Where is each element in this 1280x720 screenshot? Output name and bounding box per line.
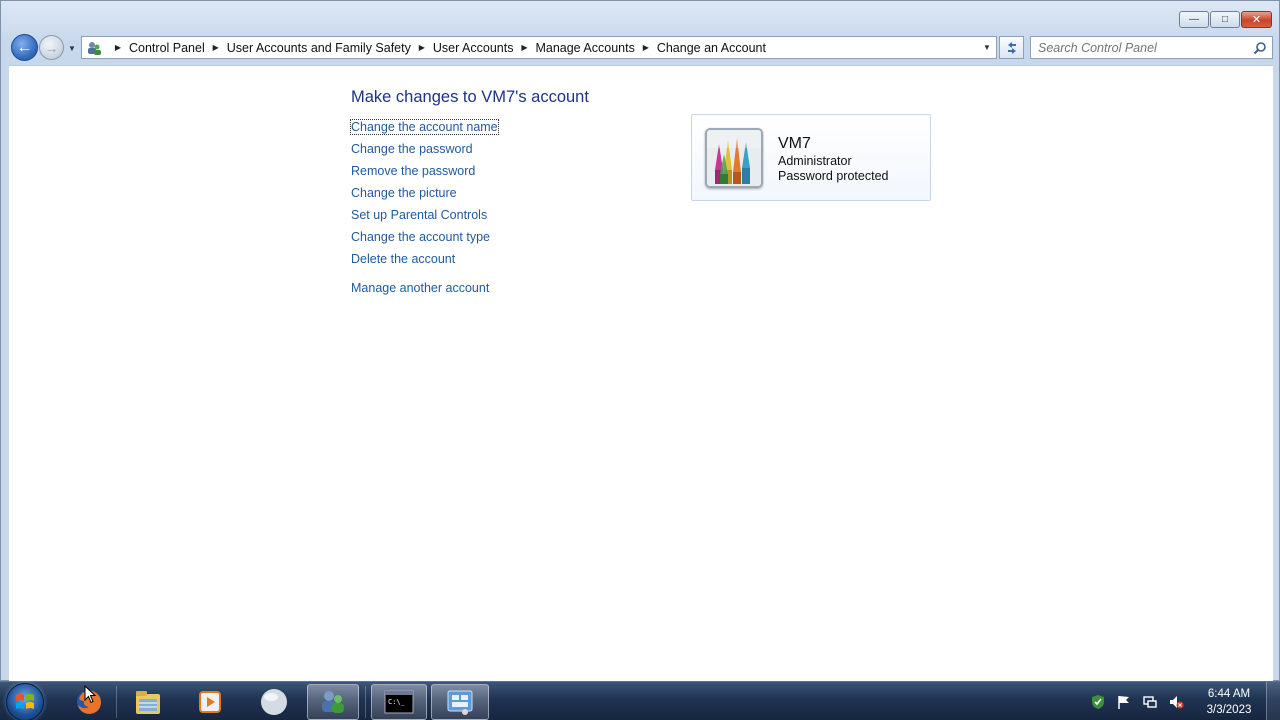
taskbar-control-panel[interactable] — [431, 684, 489, 720]
taskbar-blank-app[interactable] — [250, 684, 298, 720]
show-desktop-button[interactable] — [1266, 682, 1280, 720]
breadcrumb-chevron-icon[interactable]: ▶ — [415, 40, 429, 56]
account-name: VM7 — [778, 135, 811, 152]
control-panel-icon — [447, 690, 473, 715]
minimize-button[interactable]: — — [1179, 11, 1209, 28]
action-center-flag-icon[interactable] — [1116, 694, 1132, 710]
content-area: Make changes to VM7's account Change the… — [9, 65, 1273, 681]
media-player-icon — [199, 691, 221, 713]
breadcrumb-chevron-icon[interactable]: ▶ — [517, 40, 531, 56]
account-card: VM7 Administrator Password protected — [691, 114, 931, 201]
breadcrumb-user-accounts[interactable]: User Accounts — [433, 41, 514, 55]
maximize-button[interactable]: □ — [1210, 11, 1240, 28]
change-account-type-link[interactable]: Change the account type — [351, 230, 490, 244]
search-box[interactable] — [1030, 36, 1273, 59]
taskbar-clock[interactable]: 6:44 AM 3/3/2023 — [1196, 686, 1262, 718]
breadcrumb-chevron-icon[interactable]: ▶ — [111, 40, 125, 56]
caption-buttons: — □ ✕ — [1179, 11, 1272, 28]
back-button[interactable]: ← — [11, 34, 38, 61]
remove-password-link[interactable]: Remove the password — [351, 164, 475, 178]
clock-date: 3/3/2023 — [1206, 704, 1252, 716]
breadcrumb-manage-accounts[interactable]: Manage Accounts — [535, 41, 634, 55]
taskbar: C:\_ 6:44 AM 3/3/2023 — [0, 681, 1280, 720]
breadcrumb-chevron-icon[interactable]: ▶ — [639, 40, 653, 56]
crayons-icon — [705, 128, 763, 188]
change-account-name-link[interactable]: Change the account name — [350, 119, 499, 135]
system-tray — [1090, 682, 1184, 720]
mouse-cursor-icon — [84, 685, 96, 704]
breadcrumb-change-an-account[interactable]: Change an Account — [657, 41, 766, 55]
address-dropdown-icon[interactable]: ▼ — [978, 37, 996, 58]
security-shield-icon[interactable] — [1090, 694, 1106, 710]
search-input[interactable] — [1038, 40, 1250, 55]
start-button[interactable] — [6, 683, 44, 720]
recent-pages-dropdown[interactable]: ▼ — [66, 42, 78, 54]
close-button[interactable]: ✕ — [1241, 11, 1272, 28]
change-picture-link[interactable]: Change the picture — [351, 186, 457, 200]
refresh-icon — [1007, 41, 1016, 54]
clock-time: 6:44 AM — [1207, 688, 1251, 700]
user-accounts-icon — [322, 691, 344, 713]
control-panel-window: — □ ✕ ← → ▼ ▶ Control Panel ▶ User Accou… — [0, 0, 1280, 681]
forward-button[interactable]: → — [39, 35, 64, 60]
delete-account-link[interactable]: Delete the account — [351, 252, 455, 266]
manage-another-account-link[interactable]: Manage another account — [351, 281, 489, 295]
taskbar-windows-explorer[interactable] — [122, 684, 174, 720]
search-icon[interactable] — [1253, 41, 1267, 55]
address-bar[interactable]: ▶ Control Panel ▶ User Accounts and Fami… — [81, 36, 997, 59]
account-status: Password protected — [778, 169, 889, 183]
windows-logo-icon — [16, 694, 34, 709]
title-bar[interactable]: — □ ✕ — [1, 1, 1279, 33]
command-prompt-icon: C:\_ — [384, 690, 414, 714]
svg-text:C:\_: C:\_ — [388, 698, 406, 706]
parental-controls-link[interactable]: Set up Parental Controls — [351, 208, 487, 222]
breadcrumb-user-accounts-family-safety[interactable]: User Accounts and Family Safety — [227, 41, 411, 55]
taskbar-user-accounts[interactable] — [307, 684, 359, 720]
refresh-button[interactable] — [999, 36, 1024, 59]
volume-muted-icon[interactable] — [1168, 694, 1184, 710]
navigation-bar: ← → ▼ ▶ Control Panel ▶ User Accounts an… — [1, 34, 1279, 62]
control-panel-icon — [85, 40, 103, 56]
blank-app-icon — [261, 689, 287, 715]
account-type: Administrator — [778, 154, 852, 168]
taskbar-command-prompt[interactable]: C:\_ — [371, 684, 427, 720]
taskbar-media-player[interactable] — [186, 684, 234, 720]
network-icon[interactable] — [1142, 694, 1158, 710]
change-password-link[interactable]: Change the password — [351, 142, 473, 156]
windows-explorer-icon — [136, 691, 160, 714]
breadcrumb-control-panel[interactable]: Control Panel — [129, 41, 205, 55]
page-title: Make changes to VM7's account — [351, 88, 589, 106]
breadcrumb-chevron-icon[interactable]: ▶ — [209, 40, 223, 56]
